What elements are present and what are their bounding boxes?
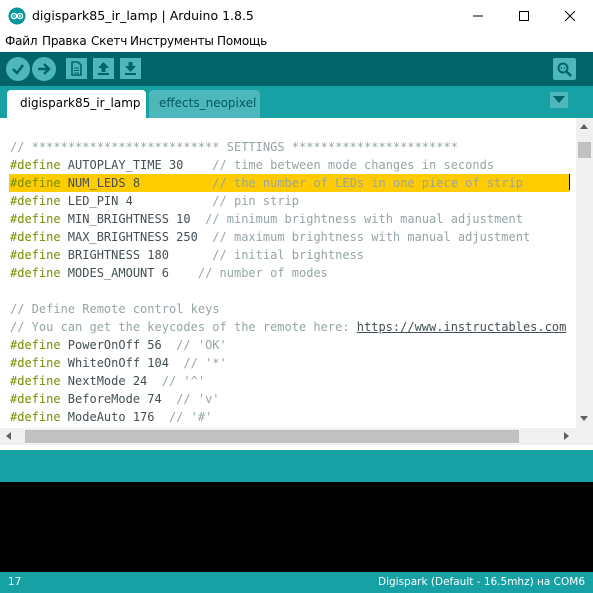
code-line-8: #define MODES_AMOUNT 6 // number of mode… bbox=[10, 266, 328, 280]
save-icon bbox=[125, 62, 136, 75]
board-info: Digispark (Default - 16.5mhz) на COM6 bbox=[378, 576, 585, 588]
instructables-link[interactable]: https://www.instructables.com bbox=[357, 320, 567, 334]
title-bar: digispark85_ir_lamp | Arduino 1.8.5 bbox=[0, 0, 593, 32]
code-line-5: #define MIN_BRIGHTNESS 10 // minimum bri… bbox=[10, 212, 523, 226]
tab-menu-button[interactable] bbox=[550, 92, 568, 108]
menu-help[interactable]: Помощь bbox=[217, 34, 267, 48]
scroll-down-arrow-icon[interactable] bbox=[580, 416, 588, 421]
close-icon bbox=[565, 11, 575, 21]
code-line-10: // Define Remote control keys bbox=[10, 302, 220, 316]
code-line-highlighted: #define NUM_LEDS 8 // the number of LEDs… bbox=[9, 174, 570, 192]
verify-button[interactable] bbox=[6, 57, 30, 81]
horizontal-scroll-thumb[interactable] bbox=[25, 430, 519, 443]
save-button[interactable] bbox=[120, 58, 141, 79]
code-line-6: #define MAX_BRIGHTNESS 250 // maximum br… bbox=[10, 230, 531, 244]
line-number: 17 bbox=[8, 576, 22, 588]
tab-effects-neopixel[interactable]: effects_neopixel bbox=[149, 90, 260, 118]
new-sketch-button[interactable] bbox=[66, 58, 87, 79]
code-line-12: #define PowerOnOff 56 // 'OK' bbox=[10, 338, 227, 352]
upload-button[interactable] bbox=[32, 57, 56, 81]
toolbar bbox=[0, 52, 593, 86]
console-output[interactable] bbox=[0, 482, 593, 572]
code-line-11: // You can get the keycodes of the remot… bbox=[10, 320, 567, 334]
close-button[interactable] bbox=[547, 0, 593, 32]
minimize-icon bbox=[473, 15, 483, 17]
menu-tools[interactable]: Инструменты bbox=[130, 34, 214, 48]
horizontal-scrollbar[interactable] bbox=[0, 428, 576, 445]
menu-bar: Файл Правка Скетч Инструменты Помощь bbox=[0, 32, 593, 52]
chevron-down-icon bbox=[553, 96, 565, 103]
serial-monitor-icon bbox=[557, 62, 572, 77]
scroll-right-arrow-icon[interactable] bbox=[564, 432, 569, 440]
code-area[interactable]: // ************************** SETTINGS *… bbox=[0, 118, 576, 428]
code-line-2: #define AUTOPLAY_TIME 30 // time between… bbox=[10, 158, 495, 172]
status-bar bbox=[0, 450, 593, 482]
footer-bar: 17 Digispark (Default - 16.5mhz) на COM6 bbox=[0, 572, 593, 593]
arduino-logo-icon bbox=[8, 7, 26, 25]
text-caret bbox=[569, 174, 570, 190]
scroll-left-arrow-icon[interactable] bbox=[6, 432, 11, 440]
code-line-16: #define ModeAuto 176 // '#' bbox=[10, 410, 213, 424]
tab-label: digispark85_ir_lamp bbox=[20, 96, 141, 110]
scroll-up-arrow-icon[interactable] bbox=[580, 124, 588, 129]
vertical-scrollbar[interactable] bbox=[576, 118, 593, 428]
verify-icon bbox=[12, 64, 24, 75]
tab-bar: digispark85_ir_lamp effects_neopixel bbox=[0, 86, 593, 118]
tab-label: effects_neopixel bbox=[159, 96, 257, 110]
code-line-1: // ************************** SETTINGS *… bbox=[10, 140, 458, 154]
minimize-button[interactable] bbox=[455, 0, 501, 32]
new-icon bbox=[71, 61, 82, 76]
window-title: digispark85_ir_lamp | Arduino 1.8.5 bbox=[32, 8, 254, 23]
serial-monitor-button[interactable] bbox=[553, 58, 576, 80]
upload-icon bbox=[38, 63, 51, 75]
open-button[interactable] bbox=[93, 58, 114, 79]
open-icon bbox=[98, 62, 109, 75]
maximize-icon bbox=[519, 11, 529, 21]
menu-sketch[interactable]: Скетч bbox=[91, 34, 127, 48]
tab-digispark85-ir-lamp[interactable]: digispark85_ir_lamp bbox=[7, 90, 146, 118]
code-line-15: #define BeforeMode 74 // 'v' bbox=[10, 392, 220, 406]
scroll-corner bbox=[576, 428, 593, 445]
vertical-scroll-thumb[interactable] bbox=[578, 142, 591, 158]
menu-file[interactable]: Файл bbox=[5, 34, 38, 48]
code-line-13: #define WhiteOnOff 104 // '*' bbox=[10, 356, 227, 370]
maximize-button[interactable] bbox=[501, 0, 547, 32]
menu-edit[interactable]: Правка bbox=[42, 34, 87, 48]
code-line-14: #define NextMode 24 // '^' bbox=[10, 374, 206, 388]
code-line-4: #define LED_PIN 4 // pin strip bbox=[10, 194, 299, 208]
code-editor[interactable]: // ************************** SETTINGS *… bbox=[0, 118, 593, 446]
code-line-7: #define BRIGHTNESS 180 // initial bright… bbox=[10, 248, 365, 262]
